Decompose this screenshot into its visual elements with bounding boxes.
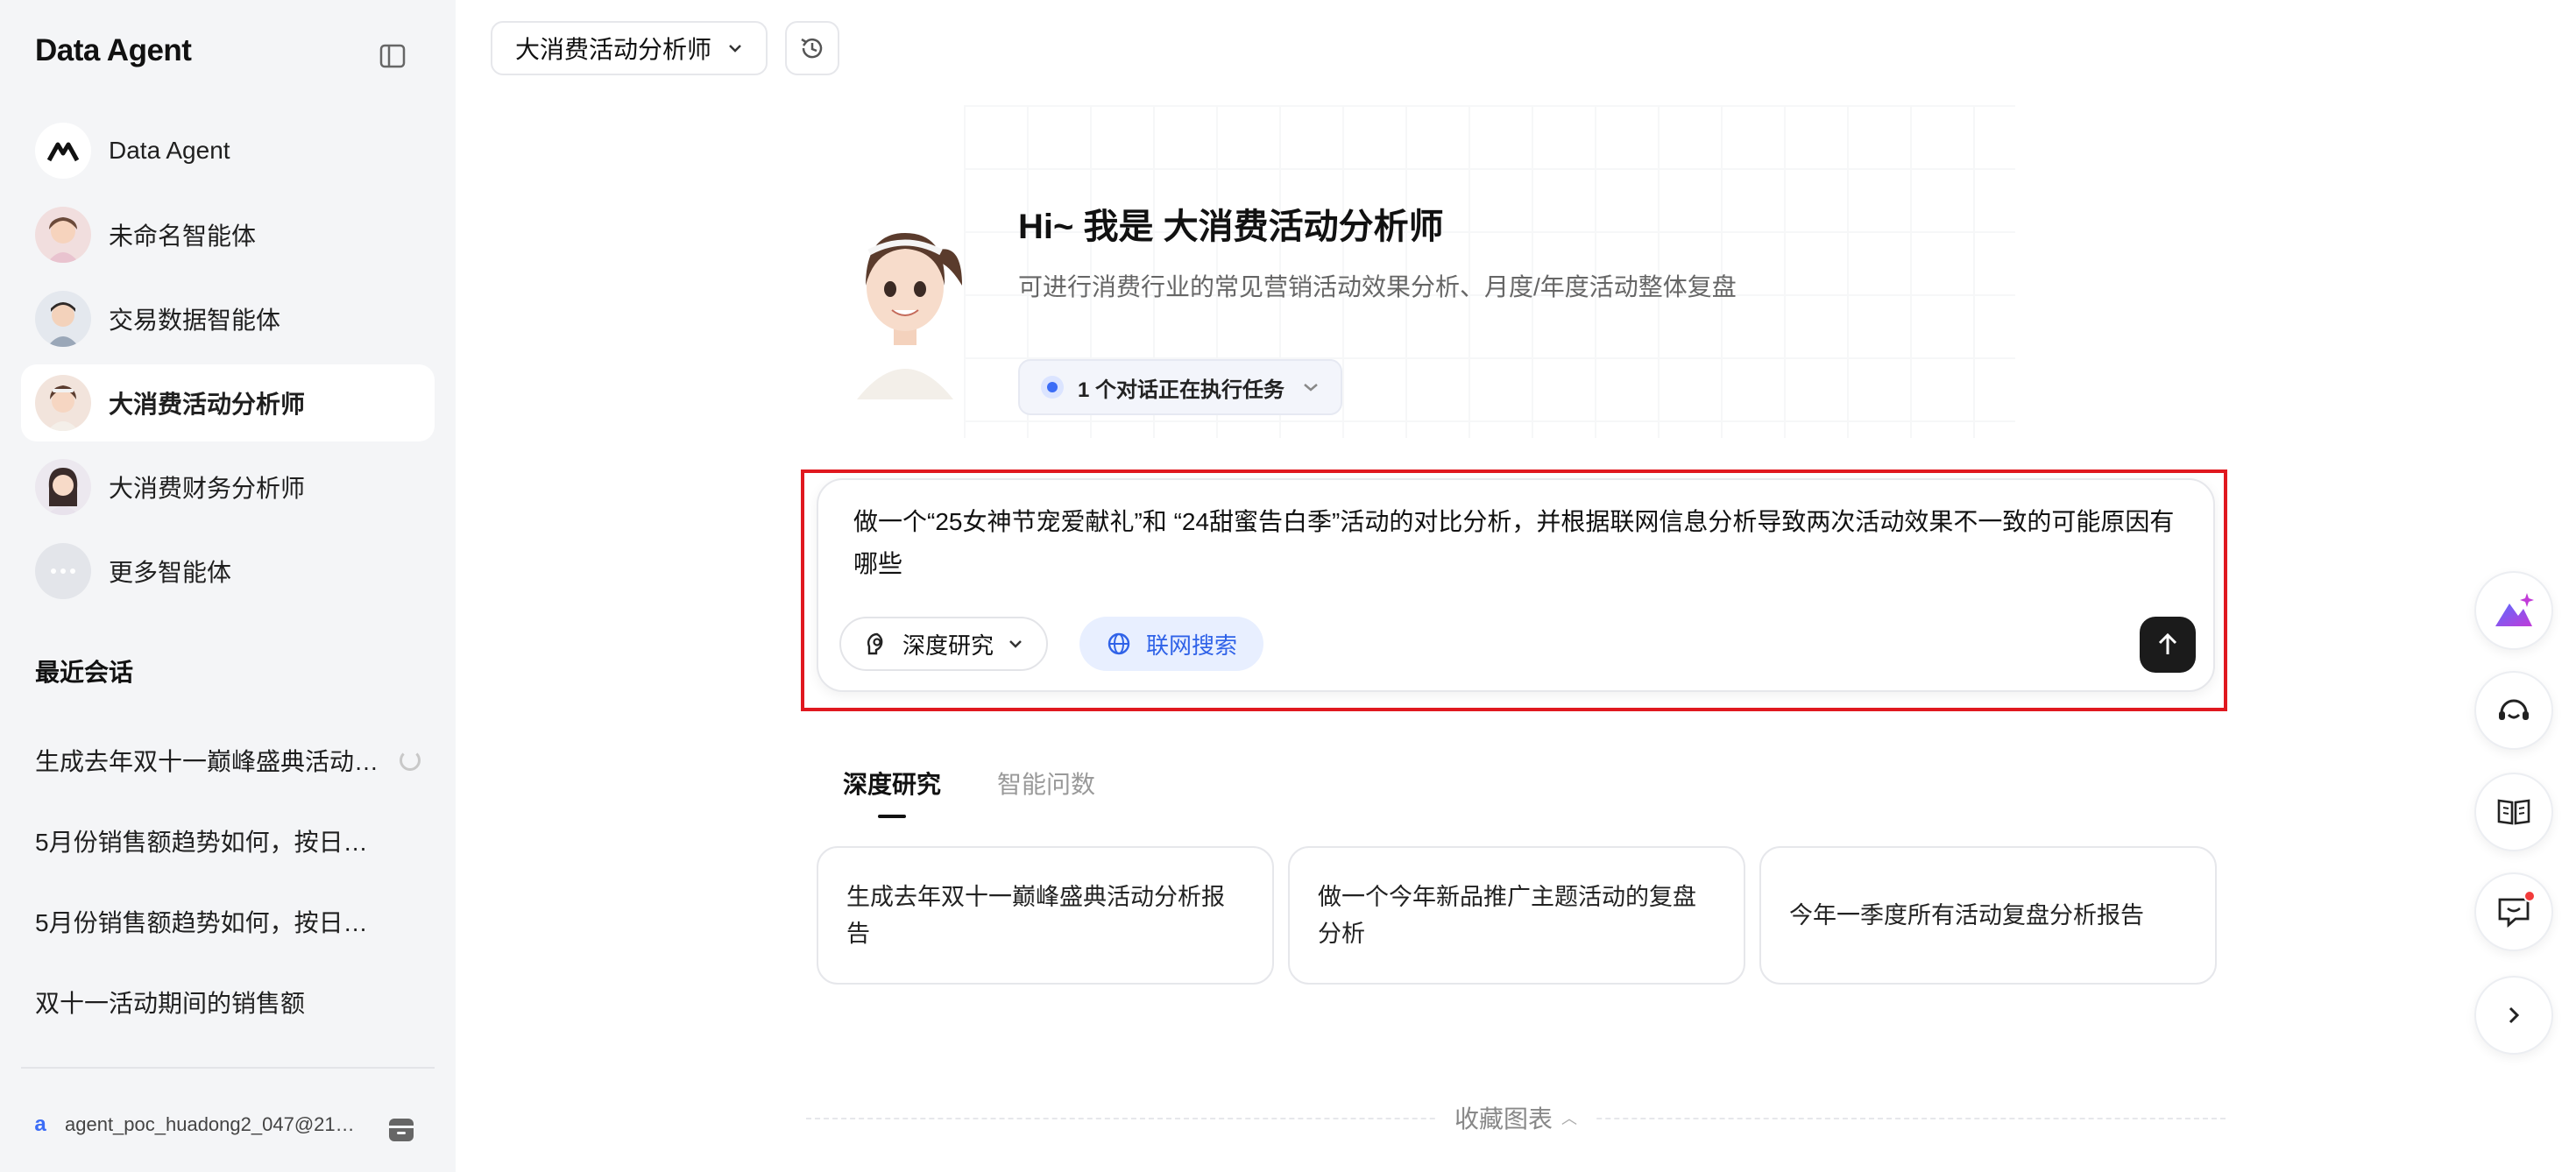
user-account[interactable]: a agent_poc_huadong2_047@2101... bbox=[30, 1112, 363, 1137]
chevron-down-icon bbox=[1009, 640, 1022, 648]
customer-support-button[interactable] bbox=[2474, 671, 2553, 750]
sidebar-item-more-agents[interactable]: 更多智能体 bbox=[21, 533, 435, 610]
chevron-down-icon bbox=[729, 45, 741, 53]
book-icon bbox=[2497, 799, 2530, 825]
recent-session-item[interactable]: 5月份销售额趋势如何，按日… bbox=[35, 801, 421, 881]
sidebar-item-label: 未命名智能体 bbox=[109, 222, 257, 250]
expand-panel-button[interactable] bbox=[2474, 976, 2553, 1055]
history-icon bbox=[801, 38, 823, 59]
docs-button[interactable] bbox=[2474, 773, 2553, 851]
sidebar-item-trade-agent[interactable]: 交易数据智能体 bbox=[21, 280, 435, 357]
user-avatar: a bbox=[34, 1112, 46, 1136]
sidebar-item-label: Data Agent bbox=[109, 137, 230, 164]
sidebar-item-consumer-finance-analyst[interactable]: 大消费财务分析师 bbox=[21, 448, 435, 526]
sidebar-toggle-icon bbox=[379, 44, 406, 68]
female-avatar-icon bbox=[35, 459, 91, 515]
sidebar-item-label: 更多智能体 bbox=[109, 559, 232, 586]
recent-session-label: 双十一活动期间的销售额 bbox=[35, 990, 306, 1017]
favorite-charts-bar: 收藏图表 ︿ bbox=[806, 1100, 2226, 1135]
page-title: Hi~ 我是 大消费活动分析师 bbox=[1018, 208, 1444, 246]
data-agent-logo-icon bbox=[35, 123, 91, 179]
composer: 做一个“25女神节宠爱献礼”和 “24甜蜜告白季”活动的对比分析，并根据联网信息… bbox=[817, 478, 2215, 692]
chevron-up-icon: ︿ bbox=[1561, 1110, 1577, 1127]
sidebar-divider bbox=[21, 1067, 435, 1069]
female-avatar-icon bbox=[35, 207, 91, 263]
loading-spinner-icon bbox=[400, 750, 421, 771]
arrow-up-icon bbox=[2158, 632, 2177, 654]
message-input[interactable]: 做一个“25女神节宠爱献礼”和 “24甜蜜告白季”活动的对比分析，并根据联网信息… bbox=[853, 501, 2176, 585]
suggestion-card[interactable]: 今年一季度所有活动复盘分析报告 bbox=[1759, 846, 2217, 985]
collapse-sidebar-button[interactable] bbox=[375, 39, 410, 74]
brain-icon bbox=[867, 632, 883, 655]
user-name: agent_poc_huadong2_047@2101... bbox=[65, 1113, 363, 1135]
ai-assistant-button[interactable] bbox=[2474, 571, 2553, 650]
research-mode-dropdown[interactable]: 深度研究 bbox=[839, 617, 1049, 671]
running-task-indicator[interactable]: 1 个对话正在执行任务 bbox=[1018, 359, 1343, 415]
web-search-toggle[interactable]: 联网搜索 bbox=[1079, 617, 1264, 671]
more-dots-icon bbox=[35, 543, 91, 599]
recent-session-label: 5月份销售额趋势如何，按日… bbox=[35, 829, 368, 856]
suggestion-tabs: 深度研究 智能问数 bbox=[843, 766, 1151, 818]
recent-session-item[interactable]: 5月份销售额趋势如何，按日… bbox=[35, 881, 421, 962]
chevron-down-icon bbox=[1304, 384, 1318, 392]
notification-badge bbox=[2523, 890, 2536, 902]
brand-title: Data Agent bbox=[35, 33, 192, 67]
sidebar-item-data-agent[interactable]: Data Agent bbox=[21, 112, 435, 189]
recent-sessions-list: 生成去年双十一巅峰盛典活动… 5月份销售额趋势如何，按日… 5月份销售额趋势如何… bbox=[35, 720, 421, 1042]
archive-icon bbox=[389, 1119, 414, 1141]
recent-sessions-title: 最近会话 bbox=[35, 659, 134, 686]
history-button[interactable] bbox=[785, 21, 839, 75]
suggestion-card[interactable]: 生成去年双十一巅峰盛典活动分析报告 bbox=[817, 846, 1274, 985]
agent-selector-dropdown[interactable]: 大消费活动分析师 bbox=[491, 21, 768, 75]
recent-session-item[interactable]: 双十一活动期间的销售额 bbox=[35, 962, 421, 1042]
agent-hero-avatar bbox=[839, 207, 971, 399]
agent-description: 可进行消费行业的常见营销活动效果分析、月度/年度活动整体复盘 bbox=[1018, 273, 1737, 300]
agent-selector-label: 大消费活动分析师 bbox=[515, 36, 712, 63]
female-avatar-icon bbox=[35, 375, 91, 431]
sparkle-mountain-icon bbox=[2495, 593, 2534, 626]
sidebar-item-label: 大消费财务分析师 bbox=[109, 475, 306, 502]
recent-session-item[interactable]: 生成去年双十一巅峰盛典活动… bbox=[35, 720, 421, 801]
agent-list: Data Agent 未命名智能体 交易数据智能体 大消费活动分析师 大消费财务… bbox=[21, 112, 435, 617]
status-dot-icon bbox=[1041, 376, 1064, 399]
sidebar-item-unnamed-agent[interactable]: 未命名智能体 bbox=[21, 196, 435, 273]
tab-deep-research[interactable]: 深度研究 bbox=[843, 766, 941, 818]
recent-session-label: 5月份销售额趋势如何，按日… bbox=[35, 909, 368, 936]
favorite-charts-label: 收藏图表 bbox=[1454, 1105, 1553, 1133]
running-task-label: 1 个对话正在执行任务 bbox=[1078, 378, 1285, 402]
messages-button[interactable] bbox=[2474, 872, 2553, 951]
archive-button[interactable] bbox=[386, 1114, 417, 1146]
globe-icon bbox=[1108, 632, 1130, 655]
sidebar-item-label: 交易数据智能体 bbox=[109, 307, 281, 334]
headset-icon bbox=[2499, 699, 2529, 720]
sidebar: Data Agent Data Agent 未命名智能体 交易数据智能体 大消费… bbox=[0, 0, 456, 1172]
research-mode-label: 深度研究 bbox=[902, 632, 994, 659]
suggestion-list: 生成去年双十一巅峰盛典活动分析报告 做一个今年新品推广主题活动的复盘分析 今年一… bbox=[817, 846, 2231, 985]
send-button[interactable] bbox=[2140, 617, 2196, 673]
sidebar-item-label: 大消费活动分析师 bbox=[109, 391, 306, 418]
tab-smart-query[interactable]: 智能问数 bbox=[997, 766, 1095, 818]
favorite-charts-toggle[interactable]: 收藏图表 ︿ bbox=[1436, 1100, 1595, 1135]
web-search-label: 联网搜索 bbox=[1146, 632, 1238, 659]
sidebar-item-consumer-activity-analyst[interactable]: 大消费活动分析师 bbox=[21, 364, 435, 441]
main-area: 大消费活动分析师 Hi~ 我是 大消费活动分析师 可进行消费行业的常见营销活动效… bbox=[456, 0, 2576, 1172]
recent-session-label: 生成去年双十一巅峰盛典活动… bbox=[35, 748, 379, 775]
male-avatar-icon bbox=[35, 291, 91, 347]
chevron-right-icon bbox=[2509, 1006, 2520, 1024]
suggestion-card[interactable]: 做一个今年新品推广主题活动的复盘分析 bbox=[1288, 846, 1745, 985]
